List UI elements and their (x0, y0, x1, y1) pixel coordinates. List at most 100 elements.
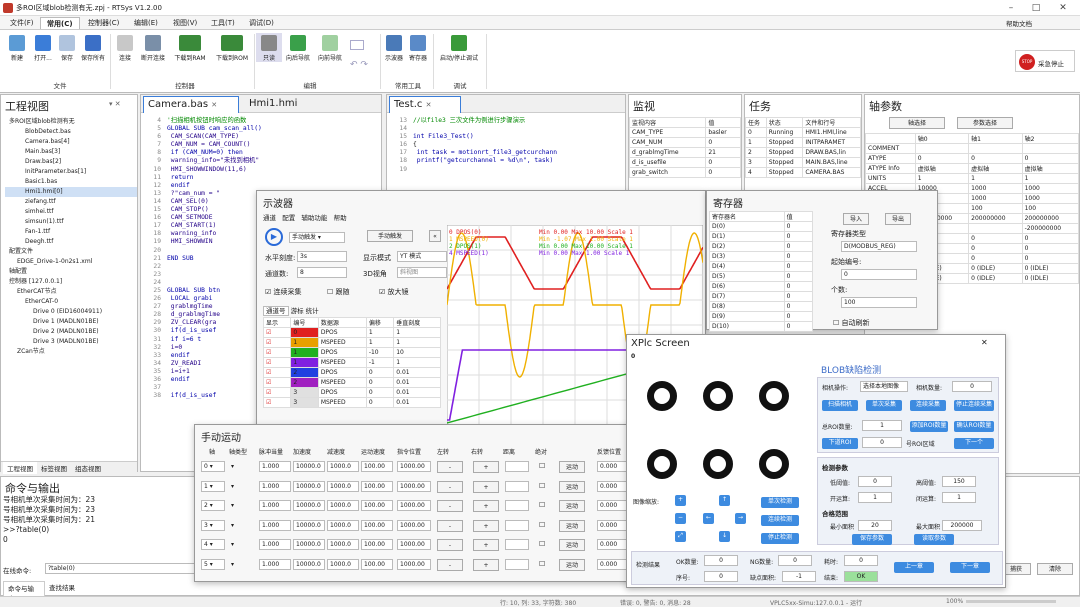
scope-menu-config[interactable]: 配置 (282, 214, 295, 222)
axis-select[interactable]: 4 ▾ (201, 539, 225, 550)
table-cell[interactable]: -10 (365, 347, 395, 358)
confirm-roi-button[interactable]: 确认ROI数量 (954, 421, 994, 432)
motion-field[interactable]: 1.000 (259, 558, 291, 570)
table-cell[interactable]: DPOS (317, 367, 367, 378)
panel-controls[interactable]: ▾ ✕ (109, 100, 121, 108)
estop-button[interactable]: STOP 采急停止 (1015, 50, 1075, 72)
motion-field[interactable]: 100.00 (361, 558, 393, 570)
motion-field[interactable]: 1000.00 (397, 558, 431, 570)
table-cell[interactable]: DPOS (317, 327, 367, 338)
table-cell[interactable]: 1 (365, 327, 395, 338)
tab-label[interactable]: 标签视图 (37, 462, 71, 474)
table-cell[interactable]: DPOS (317, 387, 367, 398)
small-tool-icon[interactable] (350, 40, 364, 50)
tree-item[interactable]: Hmi1.hmi[0] (5, 187, 137, 197)
clear-button[interactable]: 清除 (1037, 563, 1073, 575)
add-roi-button[interactable]: 添加ROI数量 (910, 421, 948, 432)
jog-right-button[interactable]: + (473, 539, 499, 551)
high-threshold-input[interactable]: 150 (942, 476, 976, 487)
distance-input[interactable] (505, 558, 529, 570)
table-row[interactable]: D(2) 0 (709, 241, 814, 252)
table-cell[interactable]: 0.01 (393, 387, 441, 398)
follow-checkbox[interactable]: ☐ 跟随 (327, 287, 350, 297)
distance-input[interactable] (505, 480, 529, 492)
open-op-input[interactable]: 1 (858, 492, 892, 503)
motion-field[interactable]: 1.000 (259, 461, 291, 472)
table-row[interactable]: ☑ 3 DPOS 0 0.01 (262, 387, 441, 398)
absolute-checkbox[interactable]: ☐ (539, 462, 545, 470)
connect-button[interactable]: 连接 (112, 33, 138, 62)
table-row[interactable]: ☑ 3 MSPEED 0 0.01 (262, 397, 441, 408)
table-row[interactable]: D(5) 0 (709, 271, 814, 282)
table-row[interactable]: D(6) 0 (709, 281, 814, 292)
table-cell[interactable]: DPOS (317, 347, 367, 358)
download-ram-button[interactable]: 下载到RAM (170, 33, 210, 62)
table-row[interactable]: UNITS 1 1 1 (865, 173, 1080, 184)
table-row[interactable]: D(8) 0 (709, 301, 814, 312)
tree-item[interactable]: Camera.bas[4] (5, 137, 137, 147)
show-checkbox[interactable]: ☑ (262, 337, 292, 348)
stop-detect-button[interactable]: 停止检测 (761, 533, 799, 544)
tree-item[interactable]: EtherCAT-0 (5, 297, 137, 307)
tab-cursor[interactable]: 游标 (291, 307, 304, 315)
jog-right-button[interactable]: + (473, 500, 499, 512)
low-threshold-input[interactable]: 0 (858, 476, 892, 487)
show-checkbox[interactable]: ☑ (262, 377, 292, 388)
tab-channel[interactable]: 通道号 (263, 306, 289, 316)
axis-type-marker[interactable]: ▾ (231, 541, 234, 548)
prev-page-button[interactable]: 上一章 (894, 562, 934, 573)
motion-field[interactable]: 10000.0 (293, 480, 325, 492)
menu-debug[interactable]: 调试(D) (243, 17, 280, 29)
table-cell[interactable]: 1 (393, 327, 441, 338)
distance-input[interactable] (505, 461, 529, 472)
show-checkbox[interactable]: ☑ (262, 367, 292, 378)
continuous-checkbox[interactable]: ☑ 连续采集 (265, 287, 302, 297)
show-checkbox[interactable]: ☑ (262, 347, 292, 358)
count-input[interactable]: 100 (841, 297, 917, 308)
scope-button[interactable]: 示波器 (382, 33, 406, 62)
table-row[interactable]: D(9) 0 (709, 311, 814, 322)
table-cell[interactable]: 0.01 (393, 377, 441, 388)
distance-input[interactable] (505, 519, 529, 531)
motion-field[interactable]: 10000.0 (293, 500, 325, 511)
tree-item[interactable]: 控制器 [127.0.0.1] (5, 277, 137, 287)
roi-no-button[interactable]: 下道ROI (822, 438, 858, 449)
max-area-input[interactable]: 200000 (942, 520, 982, 531)
zoom-out-button[interactable]: − (675, 513, 686, 524)
channel-color[interactable]: 2 (290, 367, 319, 378)
online-cmd-input[interactable]: ?table(0) (45, 563, 205, 574)
single-detect-button[interactable]: 单次检测 (761, 497, 799, 508)
minimize-button[interactable]: – (1000, 1, 1022, 15)
table-row[interactable]: ☑ 2 MSPEED 0 0.01 (262, 377, 441, 388)
save-params-button[interactable]: 保存参数 (852, 534, 892, 545)
menu-controller[interactable]: 控制器(C) (82, 17, 125, 29)
motion-field[interactable]: 10000.0 (293, 519, 325, 531)
fit-button[interactable]: ⤢ (675, 531, 686, 542)
motion-field[interactable]: 10000.0 (293, 461, 325, 472)
continuous-capture-button[interactable]: 连续采集 (910, 400, 946, 411)
register-type-select[interactable]: D(MODBUS_REG) (841, 241, 917, 252)
axis-type-marker[interactable]: ▾ (231, 463, 234, 470)
channel-color[interactable]: 0 (290, 327, 319, 338)
menu-edit[interactable]: 编辑(E) (128, 17, 164, 29)
table-cell[interactable]: 0.01 (393, 397, 441, 408)
table-row[interactable]: CAM_TYPE basler (628, 127, 741, 138)
help-doc-link[interactable]: 帮助文档 (1006, 18, 1032, 28)
motion-field[interactable]: 1000.00 (397, 539, 431, 550)
absolute-checkbox[interactable]: ☐ (539, 482, 545, 490)
tree-item[interactable]: 配置文件 (5, 247, 137, 257)
channel-color[interactable]: 1 (290, 337, 319, 348)
table-cell[interactable]: 0 (365, 397, 395, 408)
tab-find-results[interactable]: 查找结果 (45, 581, 81, 593)
axis-type-marker[interactable]: ▾ (231, 502, 234, 509)
nav-forward-button[interactable]: 向前导航 (315, 33, 345, 62)
auto-refresh-checkbox[interactable]: ☐ 自动刷新 (833, 318, 870, 328)
show-checkbox[interactable]: ☑ (262, 387, 292, 398)
tab-camera[interactable]: Camera.bas ✕ (143, 96, 239, 113)
table-cell[interactable]: -1 (365, 357, 395, 368)
distance-input[interactable] (505, 539, 529, 550)
table-row[interactable]: CAM_NUM 0 (628, 137, 741, 148)
run-button[interactable]: 运动 (559, 461, 585, 473)
save-all-button[interactable]: 保存所有 (80, 33, 106, 62)
jog-left-button[interactable]: - (437, 461, 463, 473)
